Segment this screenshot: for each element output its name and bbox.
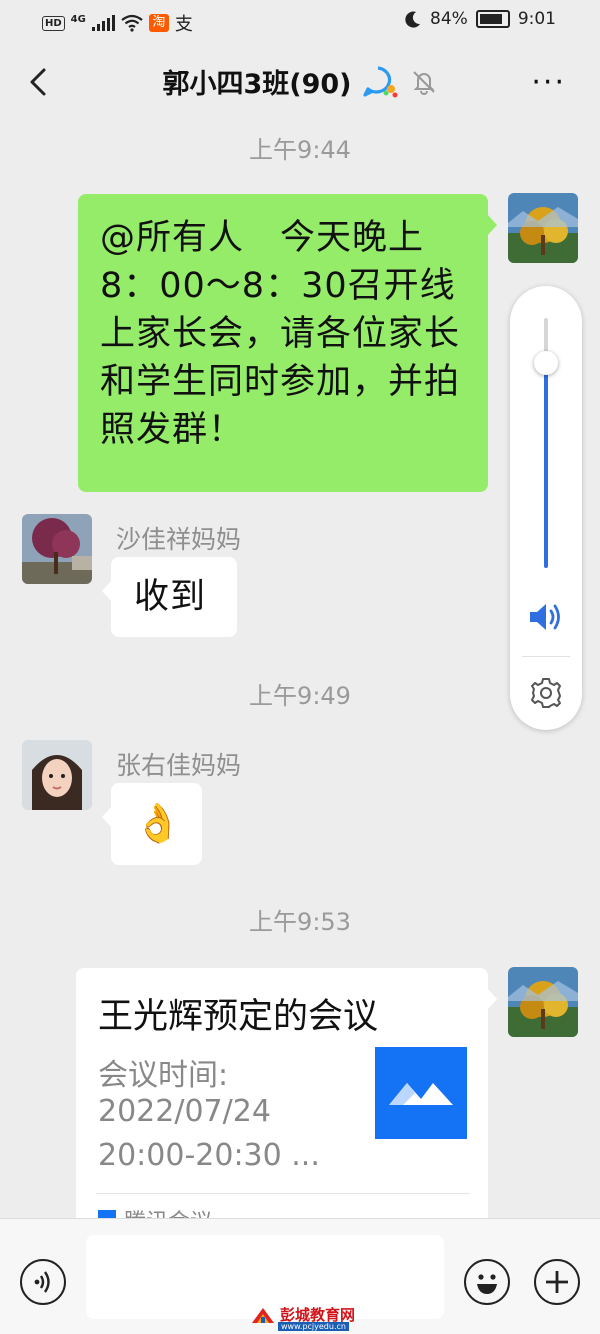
wifi-icon xyxy=(121,14,143,32)
meeting-card-title: 王光辉预定的会议 xyxy=(98,997,379,1037)
taobao-icon: 淘 xyxy=(148,14,169,32)
sender-name: 张右佳妈妈 xyxy=(116,751,242,780)
status-right: 84% 9:01 xyxy=(404,9,556,29)
volume-panel xyxy=(510,286,582,730)
moon-icon xyxy=(405,11,421,28)
card-divider xyxy=(96,1193,470,1194)
alipay-icon: 支 xyxy=(174,14,193,35)
plus-more-icon[interactable] xyxy=(534,1259,580,1305)
settings-gear-icon[interactable] xyxy=(529,676,563,710)
status-left: HD 4G 淘 支 xyxy=(42,10,193,36)
chat-header: 郭小四3班(90) ··· xyxy=(0,40,600,124)
meeting-card[interactable]: 王光辉预定的会议 会议时间: 2022/07/24 20:00-20:30 ..… xyxy=(76,968,488,1258)
meeting-date: 2022/07/24 xyxy=(98,1094,271,1129)
message-text: 收到 xyxy=(134,577,207,617)
sender-avatar[interactable] xyxy=(22,514,92,584)
more-options-icon[interactable]: ··· xyxy=(531,68,566,98)
received-message-bubble[interactable]: 收到 xyxy=(111,557,237,637)
bubble-tail xyxy=(487,988,497,1010)
voice-input-icon[interactable] xyxy=(20,1259,66,1305)
timestamp: 上午9:53 xyxy=(249,908,351,936)
tencent-meeting-logo xyxy=(375,1047,467,1139)
volume-divider xyxy=(522,656,570,657)
emoji-button-icon[interactable] xyxy=(464,1259,510,1305)
message-text: @所有人 今天晚上8：00～8：30召开线上家长会，请各位家长和学生同时参加，并… xyxy=(100,218,461,450)
received-message-bubble[interactable]: 👌 xyxy=(111,783,202,865)
my-avatar[interactable] xyxy=(508,967,578,1037)
battery-percent: 84% xyxy=(430,9,468,29)
chat-title-row: 郭小四3班(90) xyxy=(0,62,600,101)
ok-hand-emoji: 👌 xyxy=(134,801,182,845)
network-type: 4G xyxy=(70,13,86,25)
battery-icon xyxy=(475,10,510,28)
my-avatar[interactable] xyxy=(508,193,578,263)
group-chat-badge-icon xyxy=(362,65,398,97)
meeting-time-label: 会议时间: xyxy=(98,1058,229,1093)
volume-fill xyxy=(544,363,548,568)
mute-bell-icon xyxy=(412,70,435,95)
sender-name: 沙佳祥妈妈 xyxy=(116,525,242,554)
watermark-logo-icon xyxy=(252,1307,274,1323)
bubble-tail xyxy=(487,214,497,236)
signal-icon xyxy=(91,15,115,31)
clock: 9:01 xyxy=(517,9,556,29)
status-bar: HD 4G 淘 支 84% 9:01 xyxy=(0,0,600,40)
timestamp: 上午9:44 xyxy=(249,136,351,164)
watermark-url: www.pcjyedu.cn xyxy=(278,1322,349,1331)
hd-badge: HD xyxy=(42,15,65,31)
meeting-time: 20:00-20:30 ... xyxy=(98,1138,320,1173)
sent-message-bubble[interactable]: @所有人 今天晚上8：00～8：30召开线上家长会，请各位家长和学生同时参加，并… xyxy=(78,194,488,492)
volume-slider-thumb[interactable] xyxy=(534,351,558,375)
speaker-icon[interactable] xyxy=(527,600,565,634)
sender-avatar[interactable] xyxy=(22,740,92,810)
chat-title: 郭小四3班(90) xyxy=(162,69,352,100)
